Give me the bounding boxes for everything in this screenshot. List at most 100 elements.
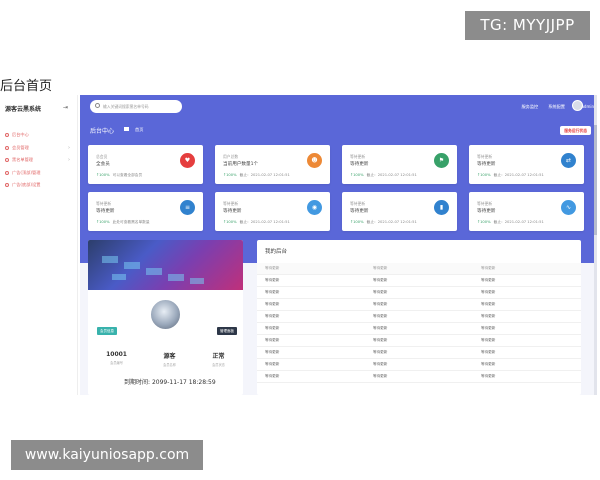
top-links: 服务监控 系统配置 xyxy=(521,104,565,110)
my-backend-panel: 我的后台 等待更新 等待更新 等待更新 等待更新 等待更新 等待更新 等待更新 等待更新 等待更… xyxy=(257,240,581,395)
list-icon: ≡ xyxy=(180,200,195,215)
stat-card[interactable]: 等待更新 等待更新 ↑100% 截止：2021-02-07 12:01:51 ▮ xyxy=(342,192,457,231)
card-label: 等待更新 xyxy=(350,154,366,159)
stat-card[interactable]: 总会员全会员 ↑100% 可以查看全部会员 ♥ xyxy=(88,145,203,184)
stat-card[interactable]: 等待更新 等待更新 ↑100% 截止：2021-02-07 12:01:51 ⇄ xyxy=(469,145,584,184)
home-icon xyxy=(124,127,129,131)
admin-panel-tag[interactable]: 管理面板 xyxy=(217,327,237,335)
chevron-right-icon: › xyxy=(68,144,70,151)
sidebar-item-label: 广告(顶部)管理 xyxy=(12,169,41,175)
table-row[interactable]: 等待更新 等待更新 等待更新 xyxy=(257,275,581,287)
card-footer: ↑100% 此处可查看黑名单数量 xyxy=(96,220,150,225)
search-placeholder: 输入关键词搜索黑名单号码 xyxy=(103,103,149,109)
profile-stats: 10001 会员编号 源客 会员名称 正常 会员状态 xyxy=(88,351,243,367)
profile-card: 会员信息 管理面板 10001 会员编号 源客 会员名称 正常 会员状态 到期时… xyxy=(88,240,243,395)
menu-circle-icon xyxy=(5,133,9,138)
top-link-settings[interactable]: 系统配置 xyxy=(548,104,565,110)
card-footer: ↑100% 可以查看全部会员 xyxy=(96,173,142,178)
card-label: 等待更新 xyxy=(477,154,493,159)
table-cell: 等待更新 xyxy=(373,338,388,342)
table-row[interactable]: 等待更新 等待更新 等待更新 xyxy=(257,359,581,371)
card-footnote: 截止：2021-02-07 12:01:51 xyxy=(366,220,417,224)
breadcrumb-home[interactable]: 首页 xyxy=(135,127,143,133)
brand-name: 源客云黑系统 xyxy=(5,106,42,113)
table-cell: 等待更新 xyxy=(481,362,496,366)
table-row[interactable]: 等待更新 等待更新 等待更新 xyxy=(257,347,581,359)
card-value: 等待更新 xyxy=(96,209,115,214)
page-title: 后台中心 xyxy=(90,128,115,135)
table-cell: 等待更新 xyxy=(373,350,388,354)
table-cell: 等待更新 xyxy=(265,374,280,378)
sidebar-item-0[interactable]: 后台中心 xyxy=(0,129,78,142)
user-name[interactable]: admin xyxy=(581,104,594,109)
menu-circle-icon xyxy=(5,145,9,150)
service-status-button[interactable]: 服务运行状态 xyxy=(560,126,591,135)
scrollbar[interactable] xyxy=(594,95,597,395)
top-link-monitor[interactable]: 服务监控 xyxy=(521,104,538,110)
stat-card[interactable]: 等待更新 等待更新 ↑100% 截止：2021-02-07 12:01:51 ◉ xyxy=(215,192,330,231)
card-value: 当前用户数量1个 xyxy=(223,162,259,167)
card-value: 等待更新 xyxy=(350,162,369,167)
table-cell: 等待更新 xyxy=(481,326,496,330)
card-value: 全会员 xyxy=(96,162,110,167)
card-label: 等待更新 xyxy=(96,201,112,206)
table-cell: 等待更新 xyxy=(265,302,280,306)
table-row[interactable]: 等待更新 等待更新 等待更新 xyxy=(257,311,581,323)
sidebar-item-label: 后台中心 xyxy=(12,132,29,138)
stat-card[interactable]: 用户总数 当前用户数量1个 ↑100% 截止：2021-02-07 12:01:51 ☻ xyxy=(215,145,330,184)
table-cell: 等待更新 xyxy=(481,278,496,282)
panel-table: 等待更新 等待更新 等待更新 等待更新 等待更新 等待更新 等待更新 等待更新 等待更新 等待更新… xyxy=(257,263,581,383)
sidebar-item-label: 广告(底部)设置 xyxy=(12,182,41,188)
table-row[interactable]: 等待更新 等待更新 等待更新 xyxy=(257,335,581,347)
table-cell: 等待更新 xyxy=(373,374,388,378)
pulse-icon: ∿ xyxy=(561,200,576,215)
member-info-tag[interactable]: 会员信息 xyxy=(97,327,117,335)
card-footer: ↑100% 截止：2021-02-07 12:01:51 xyxy=(223,173,290,178)
sidebar-item-4[interactable]: 广告(底部)设置 xyxy=(0,179,78,192)
sidebar: 源客云黑系统 ⇥ 后台中心会员管理 › 黑名单管理 › 广告(顶部)管理 广告(底部)设置 xyxy=(0,95,78,395)
stat-card[interactable]: 等待更新 等待更新 ↑100% 截止：2021-02-07 12:01:51 ∿ xyxy=(469,192,584,231)
card-label: 总会员 xyxy=(96,154,108,159)
card-footnote: 此处可查看黑名单数量 xyxy=(112,220,150,224)
profile-avatar xyxy=(149,298,182,331)
card-growth: ↑100% xyxy=(477,173,491,177)
collapse-menu-icon[interactable]: ⇥ xyxy=(63,104,68,111)
card-footer: ↑100% 截止：2021-02-07 12:01:51 xyxy=(477,173,544,178)
compass-icon: ◉ xyxy=(307,200,322,215)
table-cell: 等待更新 xyxy=(373,314,388,318)
stat-card[interactable]: 等待更新 等待更新 ↑100% 截止：2021-02-07 12:01:51 ⚑ xyxy=(342,145,457,184)
expiry-label: 到期时间: xyxy=(124,379,151,386)
profile-cover-image xyxy=(88,240,243,290)
link-icon: ⇄ xyxy=(561,153,576,168)
search-input[interactable]: 输入关键词搜索黑名单号码 xyxy=(90,100,182,113)
table-row[interactable]: 等待更新 等待更新 等待更新 xyxy=(257,287,581,299)
card-value: 等待更新 xyxy=(477,209,496,214)
stat-member-name: 源客 会员名称 xyxy=(163,353,176,367)
sidebar-item-1[interactable]: 会员管理 › xyxy=(0,142,78,155)
stat-card[interactable]: 等待更新 等待更新 ↑100% 此处可查看黑名单数量 ≡ xyxy=(88,192,203,231)
card-footer: ↑100% 截止：2021-02-07 12:01:51 xyxy=(350,220,417,225)
page-caption: 后台首页 xyxy=(0,79,53,94)
table-cell: 等待更新 xyxy=(265,350,280,354)
card-growth: ↑100% xyxy=(477,220,491,224)
stat-member-id: 10001 会员编号 xyxy=(106,351,127,365)
menu-circle-icon xyxy=(5,170,9,175)
card-growth: ↑100% xyxy=(223,220,237,224)
chevron-right-icon: › xyxy=(68,157,70,164)
table-cell: 等待更新 xyxy=(265,362,280,366)
heart-icon: ♥ xyxy=(180,153,195,168)
card-value: 等待更新 xyxy=(350,209,369,214)
topbar: 输入关键词搜索黑名单号码 服务监控 系统配置 admin xyxy=(80,95,597,119)
table-row[interactable]: 等待更新 等待更新 等待更新 xyxy=(257,371,581,383)
tg-watermark: TG: MYYJJPP xyxy=(465,11,590,40)
table-cell: 等待更新 xyxy=(481,290,496,294)
table-row[interactable]: 等待更新 等待更新 等待更新 xyxy=(257,323,581,335)
table-cell: 等待更新 xyxy=(373,290,388,294)
sidebar-item-2[interactable]: 黑名单管理 › xyxy=(0,154,78,167)
card-footer: ↑100% 截止：2021-02-07 12:01:51 xyxy=(223,220,290,225)
scrollbar-thumb[interactable] xyxy=(594,125,597,235)
sidebar-item-3[interactable]: 广告(顶部)管理 xyxy=(0,167,78,180)
page: TG: MYYJJPP 后台首页 源客云黑系统 ⇥ 后台中心会员管理 › 黑名单管理… xyxy=(0,0,600,480)
card-footnote: 截止：2021-02-07 12:01:51 xyxy=(493,173,544,177)
table-row[interactable]: 等待更新 等待更新 等待更新 xyxy=(257,299,581,311)
